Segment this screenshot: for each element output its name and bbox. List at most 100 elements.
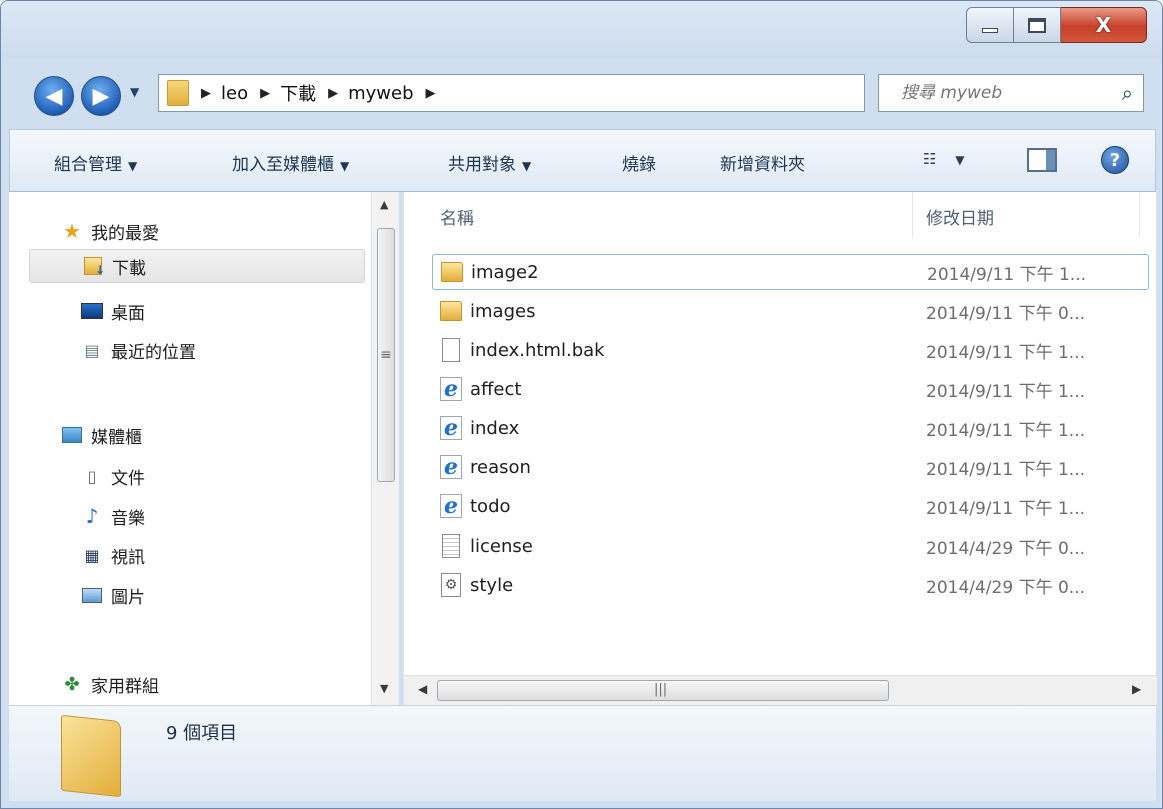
sidebar-item-recent-places[interactable]: ▤ 最近的位置 [81, 333, 196, 367]
file-date: 2014/9/11 下午 1... [926, 498, 1086, 519]
chevron-down-icon: ▼ [340, 159, 350, 173]
maximize-button[interactable] [1014, 7, 1061, 43]
file-name: todo [470, 495, 511, 517]
scroll-left-icon[interactable]: ◀ [418, 682, 427, 696]
file-list-pane: 名稱 修改日期 image2 2014/9/11 下午 1... images … [403, 192, 1157, 705]
breadcrumb-separator-icon[interactable]: ▶ [201, 86, 211, 101]
file-name: reason [470, 456, 531, 478]
sidebar-item-desktop[interactable]: 桌面 [81, 294, 145, 328]
preview-pane-icon[interactable] [1027, 148, 1057, 172]
sidebar-item-downloads[interactable]: ↓ 下載 [29, 249, 365, 283]
sidebar-item-libraries[interactable]: 媒體櫃 [61, 418, 142, 452]
column-divider[interactable] [1139, 192, 1140, 238]
column-header-date-modified[interactable]: 修改日期 [926, 204, 994, 229]
sidebar-item-pictures[interactable]: 圖片 [81, 578, 145, 612]
file-row[interactable]: e todo 2014/9/11 下午 1... [432, 488, 1149, 524]
breadcrumb-separator-icon[interactable]: ▶ [328, 86, 338, 101]
file-row[interactable]: e affect 2014/9/11 下午 1... [432, 371, 1149, 407]
back-button[interactable]: ◀ [34, 76, 74, 116]
close-icon: X [1095, 13, 1112, 37]
explorer-window: X ◀ ▶ ▼ ▶ leo ▶ 下載 ▶ myweb ▶ ▼ ↻ ⌕ 組合管理 ▼… [0, 0, 1163, 809]
search-box[interactable]: ⌕ [878, 74, 1144, 112]
add-to-library-button[interactable]: 加入至媒體櫃 ▼ [232, 150, 349, 175]
sidebar-item-label: 家用群組 [91, 676, 159, 697]
sidebar-item-label: 最近的位置 [111, 342, 196, 363]
search-icon[interactable]: ⌕ [1122, 81, 1133, 105]
command-bar: 組合管理 ▼ 加入至媒體櫃 ▼ 共用對象 ▼ 燒錄 新增資料夾 ☷ ▼ ? [9, 129, 1156, 192]
breadcrumb-separator-icon[interactable]: ▶ [426, 86, 436, 101]
breadcrumb-downloads[interactable]: 下載 [280, 80, 316, 106]
ie-document-icon: e [440, 454, 462, 480]
sidebar-item-label: 媒體櫃 [91, 427, 142, 448]
blank-file-icon [440, 338, 462, 362]
sidebar-item-label: 視訊 [111, 547, 145, 568]
scroll-down-icon[interactable]: ▼ [380, 682, 388, 695]
desktop-icon [81, 301, 103, 321]
sidebar-item-label: 文件 [111, 468, 145, 489]
document-icon: ▯ [87, 466, 97, 486]
file-row[interactable]: image2 2014/9/11 下午 1... [432, 254, 1149, 290]
file-row[interactable]: e index 2014/9/11 下午 1... [432, 410, 1149, 446]
new-folder-label: 新增資料夾 [720, 155, 805, 175]
chevron-down-icon: ▼ [955, 153, 965, 167]
chevron-down-icon: ▼ [128, 159, 138, 173]
organize-label: 組合管理 [54, 155, 122, 175]
breadcrumb-leo[interactable]: leo [221, 83, 248, 104]
breadcrumb-myweb[interactable]: myweb [348, 83, 413, 104]
downloads-folder-icon: ↓ [82, 256, 105, 277]
sidebar-item-music[interactable]: ♪ 音樂 [81, 499, 145, 533]
file-date: 2014/9/11 下午 0... [926, 303, 1086, 324]
file-row[interactable]: images 2014/9/11 下午 0... [432, 293, 1149, 329]
burn-label: 燒錄 [622, 155, 656, 175]
file-date: 2014/4/29 下午 0... [926, 538, 1086, 559]
sidebar-item-label: 音樂 [111, 508, 145, 529]
new-folder-button[interactable]: 新增資料夾 [720, 150, 805, 175]
recent-places-icon: ▤ [84, 340, 100, 360]
scroll-right-icon[interactable]: ▶ [1132, 682, 1141, 696]
file-row[interactable]: ⚙ style 2014/4/29 下午 0... [432, 567, 1149, 603]
address-bar[interactable]: ▶ leo ▶ 下載 ▶ myweb ▶ ▼ ↻ [158, 74, 1002, 112]
item-count: 9 個項目 [166, 723, 238, 744]
help-icon[interactable]: ? [1101, 146, 1129, 174]
music-note-icon: ♪ [85, 504, 99, 528]
burn-button[interactable]: 燒錄 [622, 150, 656, 175]
file-name: index [470, 417, 520, 439]
sidebar-item-favorites[interactable]: ★ 我的最愛 [61, 214, 159, 248]
file-name: index.html.bak [470, 339, 605, 361]
sidebar-item-videos[interactable]: ▦ 視訊 [81, 538, 145, 572]
column-header-name[interactable]: 名稱 [440, 204, 474, 229]
recent-pages-dropdown[interactable]: ▼ [130, 85, 139, 99]
change-view-button[interactable]: ☷ ▼ [923, 150, 964, 168]
minimize-icon [982, 27, 998, 33]
file-row[interactable]: license 2014/4/29 下午 0... [432, 528, 1149, 564]
scrollbar-thumb[interactable]: ≡ [377, 228, 395, 482]
ie-document-icon: e [440, 376, 462, 402]
add-to-library-label: 加入至媒體櫃 [232, 155, 334, 175]
folder-icon [61, 714, 121, 798]
column-divider[interactable] [912, 192, 913, 238]
folder-icon [441, 260, 463, 284]
search-input[interactable] [901, 83, 1121, 103]
file-date: 2014/9/11 下午 1... [926, 459, 1086, 480]
navigation-scrollbar[interactable]: ▲ ≡ ▼ [371, 192, 399, 705]
scrollbar-thumb[interactable]: ||| [437, 680, 889, 701]
folder-icon [167, 80, 189, 106]
forward-button[interactable]: ▶ [81, 76, 121, 116]
close-button[interactable]: X [1061, 7, 1147, 43]
arrow-right-icon: ▶ [92, 83, 110, 109]
sidebar-item-documents[interactable]: ▯ 文件 [81, 459, 145, 493]
scroll-up-icon[interactable]: ▲ [380, 198, 388, 211]
breadcrumb-separator-icon[interactable]: ▶ [260, 86, 270, 101]
sidebar-item-homegroup[interactable]: ✤ 家用群組 [61, 667, 159, 701]
file-row[interactable]: e reason 2014/9/11 下午 1... [432, 449, 1149, 485]
minimize-button[interactable] [966, 7, 1014, 43]
organize-button[interactable]: 組合管理 ▼ [54, 150, 137, 175]
picture-icon [81, 585, 103, 605]
details-pane: 9 個項目 [9, 705, 1156, 801]
horizontal-scrollbar[interactable]: ◀ ||| ▶ [404, 675, 1157, 705]
share-button[interactable]: 共用對象 ▼ [448, 150, 531, 175]
star-icon: ★ [63, 219, 81, 243]
film-icon: ▦ [84, 545, 100, 565]
file-row[interactable]: index.html.bak 2014/9/11 下午 1... [432, 332, 1149, 368]
css-file-icon: ⚙ [440, 573, 462, 597]
